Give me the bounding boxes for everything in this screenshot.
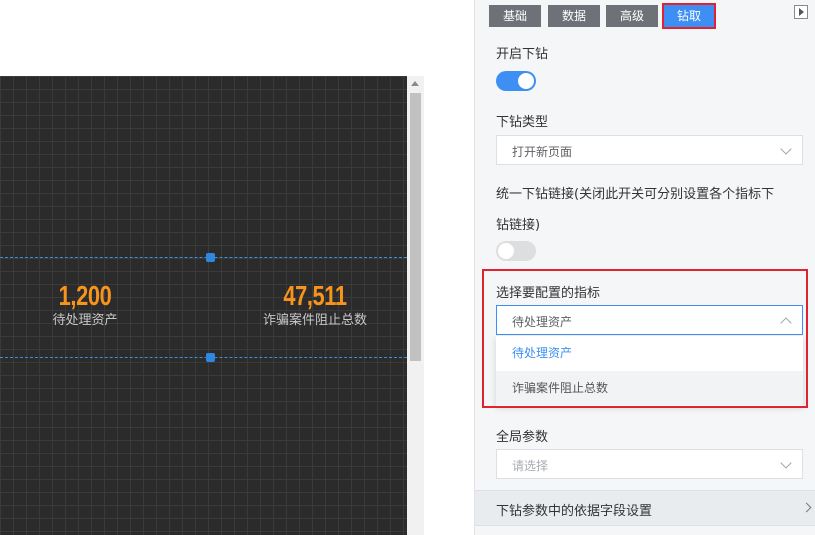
metric-card[interactable]: 1,200 待处理资产 xyxy=(30,281,140,329)
scroll-thumb[interactable] xyxy=(410,93,421,361)
metric-value: 1,200 xyxy=(58,280,112,311)
tab-basic[interactable]: 基础 xyxy=(489,5,541,27)
unified-link-label: 统一下钻链接(关闭此开关可分别设置各个指标下 钻链接) xyxy=(496,183,806,233)
unified-link-label-line1: 统一下钻链接(关闭此开关可分别设置各个指标下 xyxy=(496,187,775,202)
chevron-down-icon xyxy=(780,457,792,469)
collapse-panel-icon[interactable] xyxy=(794,5,808,19)
drill-field-settings-label: 下钻参数中的依据字段设置 xyxy=(496,504,653,519)
metric-card[interactable]: 47,511 诈骗案件阻止总数 xyxy=(245,281,385,329)
dropdown-option[interactable]: 待处理资产 xyxy=(496,336,803,370)
dropdown-option[interactable]: 诈骗案件阻止总数 xyxy=(496,371,803,405)
selection-guide-bottom xyxy=(0,357,407,358)
tab-advanced[interactable]: 高级 xyxy=(606,5,658,27)
tab-drill[interactable]: 钻取 xyxy=(662,3,716,29)
global-params-label: 全局参数 xyxy=(496,430,549,445)
scroll-up-arrow-icon[interactable] xyxy=(411,81,419,86)
chevron-down-icon xyxy=(780,143,792,155)
selection-guide-top xyxy=(0,257,407,258)
toggle-knob xyxy=(498,243,514,259)
indicator-dropdown: 待处理资产 诈骗案件阻止总数 xyxy=(496,336,803,406)
drill-type-value: 打开新页面 xyxy=(512,145,573,159)
drill-type-label: 下钻类型 xyxy=(496,115,549,130)
global-params-placeholder: 请选择 xyxy=(512,459,549,473)
property-panel: 基础 数据 高级 钻取 开启下钻 下钻类型 打开新页面 统一下钻链接(关闭此开关… xyxy=(474,0,815,535)
metric-label: 诈骗案件阻止总数 xyxy=(262,313,367,328)
global-params-select[interactable]: 请选择 xyxy=(496,449,803,479)
dashboard-canvas[interactable]: 1,200 待处理资产 47,511 诈骗案件阻止总数 xyxy=(0,76,407,535)
chevron-up-icon xyxy=(780,317,792,329)
metric-label: 待处理资产 xyxy=(52,313,118,328)
enable-drill-label: 开启下钻 xyxy=(496,47,549,62)
canvas-scrollbar[interactable] xyxy=(407,76,424,535)
resize-handle-top[interactable] xyxy=(206,253,215,262)
drill-field-settings-bar[interactable]: 下钻参数中的依据字段设置 xyxy=(475,490,815,526)
drill-type-select[interactable]: 打开新页面 xyxy=(496,135,803,165)
metric-value: 47,511 xyxy=(283,280,347,311)
unified-link-label-line2: 钻链接) xyxy=(496,218,541,233)
indicator-label: 选择要配置的指标 xyxy=(496,286,601,301)
unified-link-toggle[interactable] xyxy=(496,241,536,261)
tab-data[interactable]: 数据 xyxy=(548,5,600,27)
toggle-knob xyxy=(518,73,534,89)
chevron-right-icon xyxy=(801,502,812,513)
indicator-value: 待处理资产 xyxy=(512,315,573,329)
indicator-select[interactable]: 待处理资产 xyxy=(496,305,803,335)
enable-drill-toggle[interactable] xyxy=(496,71,536,91)
resize-handle-bottom[interactable] xyxy=(206,353,215,362)
